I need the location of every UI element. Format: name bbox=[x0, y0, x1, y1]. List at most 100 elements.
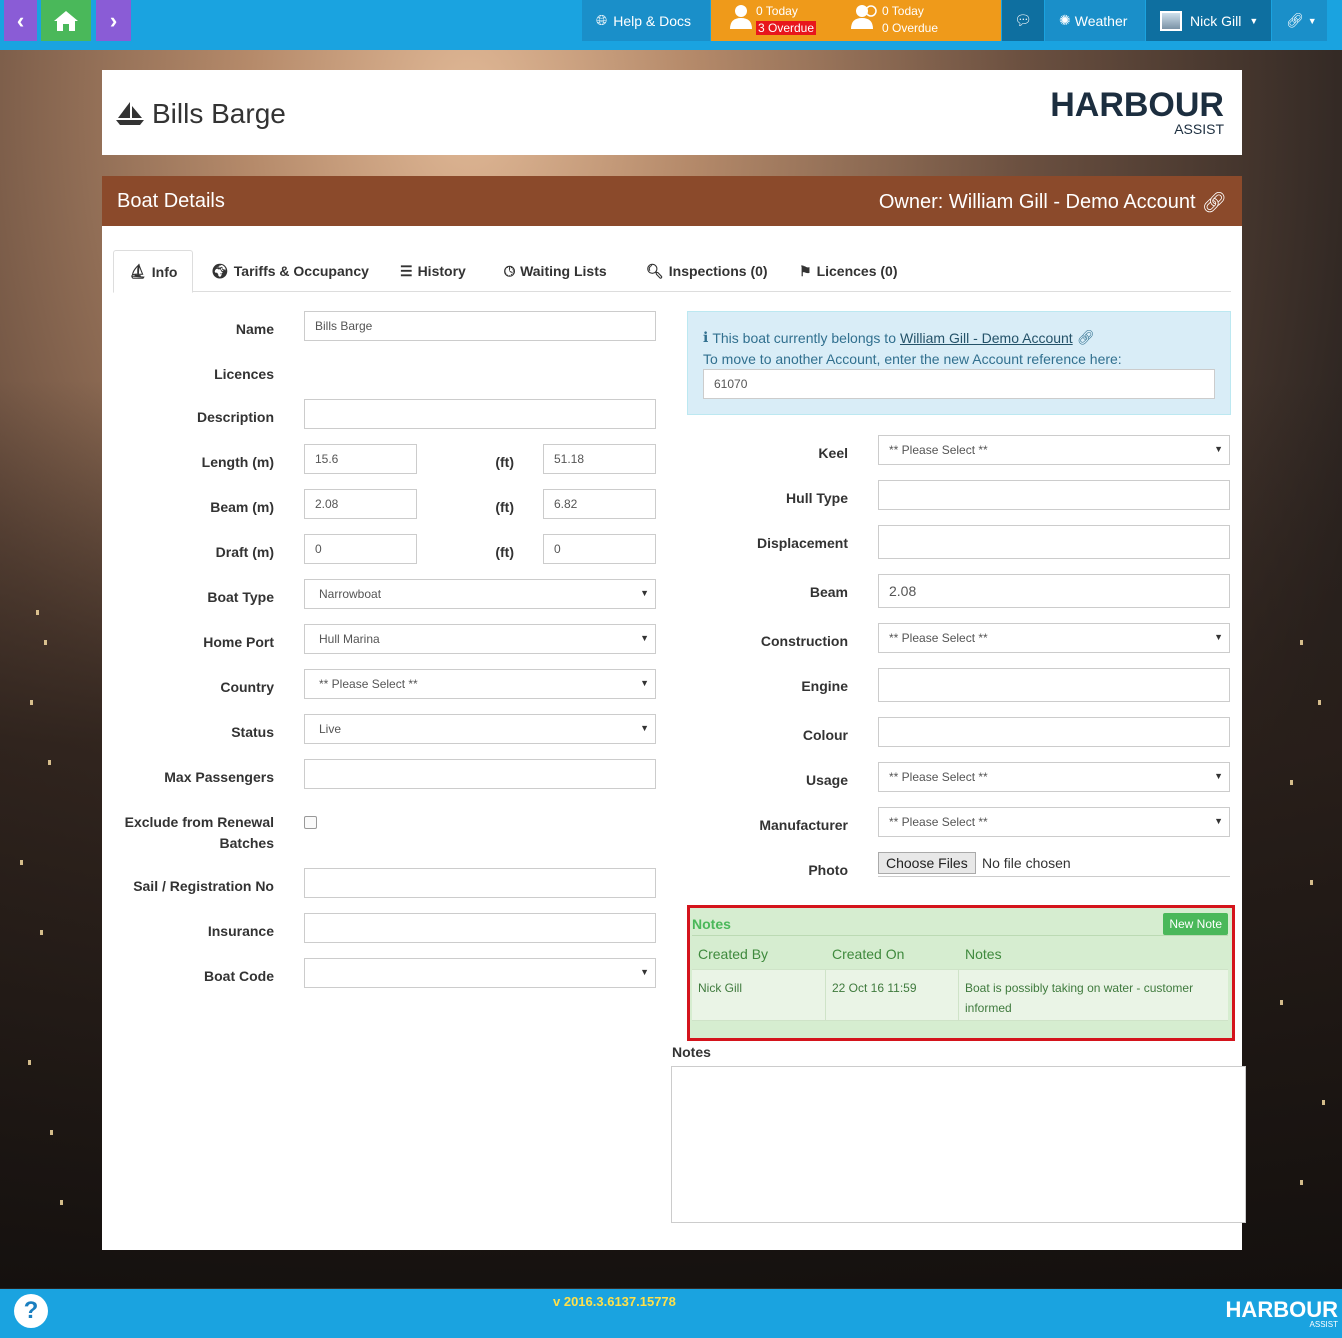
group-icon bbox=[851, 5, 877, 29]
column-notes[interactable]: Notes bbox=[965, 946, 1002, 962]
keel-label: Keel bbox=[818, 445, 848, 461]
licences-label: Licences bbox=[214, 366, 274, 382]
construction-label: Construction bbox=[760, 633, 848, 649]
help-bubble-button[interactable]: ? bbox=[14, 1294, 48, 1328]
choose-files-button[interactable]: Choose Files bbox=[878, 852, 976, 874]
weather-button[interactable]: ✺ Weather bbox=[1045, 0, 1145, 41]
person-icon bbox=[730, 5, 752, 29]
max-passengers-input[interactable] bbox=[304, 759, 656, 789]
link-icon: 🔗︎ bbox=[1286, 12, 1304, 28]
beam-ft-input[interactable]: 6.82 bbox=[543, 489, 656, 519]
layers-icon: ☰ bbox=[400, 262, 413, 279]
chevron-left-icon: ‹ bbox=[16, 7, 25, 33]
beam-input[interactable]: 2.08 bbox=[878, 574, 1230, 608]
footer: ? v 2016.3.6137.15778 HARBOUR ASSIST bbox=[0, 1289, 1342, 1338]
link-icon: 🔗︎ bbox=[1201, 192, 1227, 214]
draft-m-input[interactable]: 0 bbox=[304, 534, 417, 564]
length-ft-input[interactable]: 51.18 bbox=[543, 444, 656, 474]
version-label: v 2016.3.6137.15778 bbox=[553, 1294, 676, 1309]
column-created-on[interactable]: Created On bbox=[832, 946, 904, 962]
owner-account-link[interactable]: William Gill - Demo Account bbox=[900, 330, 1073, 346]
tab-inspections[interactable]: 🔍︎ Inspections (0) bbox=[646, 250, 768, 292]
tab-waiting-lists[interactable]: 🕓︎ Waiting Lists bbox=[504, 250, 607, 292]
links-menu[interactable]: 🔗︎ ▼ bbox=[1272, 0, 1327, 41]
status-label: Status bbox=[231, 724, 274, 740]
tab-tariffs-occupancy[interactable]: 🌍︎ Tariffs & Occupancy bbox=[211, 250, 369, 292]
owner-link[interactable]: Owner: William Gill - Demo Account 🔗︎ bbox=[879, 190, 1227, 215]
exclude-renewal-checkbox[interactable] bbox=[304, 816, 317, 829]
keel-select[interactable]: ** Please Select ** bbox=[878, 435, 1230, 465]
hull-type-input[interactable] bbox=[878, 480, 1230, 510]
page-title: Bills Barge bbox=[152, 98, 286, 129]
team-tasks-today: 0 Today bbox=[882, 4, 924, 18]
help-docs-button[interactable]: 🌐︎ Help & Docs bbox=[582, 0, 710, 41]
colour-input[interactable] bbox=[878, 717, 1230, 747]
status-select[interactable]: Live bbox=[304, 714, 656, 744]
draft-m-label: Draft (m) bbox=[215, 544, 274, 560]
harbour-assist-logo: HARBOUR ASSIST bbox=[1050, 86, 1224, 137]
my-tasks-overdue: 3 Overdue bbox=[756, 21, 817, 35]
colour-label: Colour bbox=[802, 727, 848, 743]
clock-icon: 🕓︎ bbox=[504, 262, 516, 279]
displacement-input[interactable] bbox=[878, 525, 1230, 559]
usage-label: Usage bbox=[805, 772, 848, 788]
back-button[interactable]: ‹ bbox=[4, 0, 37, 41]
boat-type-select[interactable]: Narrowboat bbox=[304, 579, 656, 609]
construction-select[interactable]: ** Please Select ** bbox=[878, 623, 1230, 653]
country-select[interactable]: ** Please Select ** bbox=[304, 669, 656, 699]
page-header: Bills Barge HARBOUR ASSIST bbox=[102, 70, 1242, 155]
tab-history[interactable]: ☰ History bbox=[400, 250, 466, 292]
tab-bar: ⛵︎ Info 🌍︎ Tariffs & Occupancy ☰ History… bbox=[113, 250, 1231, 293]
home-port-select[interactable]: Hull Marina bbox=[304, 624, 656, 654]
team-tasks-overdue: 0 Overdue bbox=[882, 21, 939, 35]
account-reference-input[interactable]: 61070 bbox=[703, 369, 1215, 399]
beam-m-input[interactable]: 2.08 bbox=[304, 489, 417, 519]
description-label: Description bbox=[196, 409, 274, 425]
my-tasks-counter[interactable]: 0 Today 3 Overdue bbox=[756, 3, 817, 37]
tab-info[interactable]: ⛵︎ Info bbox=[113, 250, 194, 293]
notes-table-header: Created By Created On Notes bbox=[692, 935, 1228, 969]
column-created-by[interactable]: Created By bbox=[698, 946, 768, 962]
new-note-button[interactable]: New Note bbox=[1163, 913, 1228, 935]
sail-registration-input[interactable] bbox=[304, 868, 656, 898]
note-created-on: 22 Oct 16 11:59 bbox=[832, 981, 917, 995]
home-button[interactable] bbox=[41, 0, 91, 41]
description-input[interactable] bbox=[304, 399, 656, 429]
flag-icon: ⚑ bbox=[799, 262, 812, 279]
name-input[interactable]: Bills Barge bbox=[304, 311, 656, 341]
notes-textarea[interactable] bbox=[671, 1066, 1246, 1223]
manufacturer-select[interactable]: ** Please Select ** bbox=[878, 807, 1230, 837]
help-docs-label: Help & Docs bbox=[613, 12, 692, 29]
length-m-input[interactable]: 15.6 bbox=[304, 444, 417, 474]
table-row[interactable]: Nick Gill 22 Oct 16 11:59 Boat is possib… bbox=[692, 969, 1228, 1021]
boat-code-select[interactable] bbox=[304, 958, 656, 988]
caret-down-icon: ▼ bbox=[1249, 15, 1259, 26]
team-tasks-counter[interactable]: 0 Today 0 Overdue bbox=[882, 3, 938, 37]
file-status: No file chosen bbox=[982, 855, 1071, 871]
notes-widget: Notes New Note Created By Created On Not… bbox=[687, 905, 1235, 1041]
usage-select[interactable]: ** Please Select ** bbox=[878, 762, 1230, 792]
engine-input[interactable] bbox=[878, 668, 1230, 702]
forward-button[interactable]: › bbox=[96, 0, 131, 41]
boat-code-label: Boat Code bbox=[204, 968, 274, 984]
move-account-hint: To move to another Account, enter the ne… bbox=[703, 351, 1122, 367]
draft-ft-input[interactable]: 0 bbox=[543, 534, 656, 564]
user-menu[interactable]: Nick Gill ▼ bbox=[1146, 0, 1271, 41]
tab-licences[interactable]: ⚑ Licences (0) bbox=[799, 250, 898, 292]
chat-button[interactable]: 💬︎ bbox=[1002, 0, 1044, 41]
owner-label: Owner: William Gill - Demo Account bbox=[878, 191, 1196, 213]
tasks-panel: 0 Today 3 Overdue 0 Today 0 Overdue bbox=[711, 0, 1001, 41]
insurance-input[interactable] bbox=[304, 913, 656, 943]
photo-divider bbox=[878, 876, 1230, 877]
beam-ft-label: (ft) bbox=[495, 499, 514, 515]
displacement-label: Displacement bbox=[756, 535, 848, 551]
beam-m-label: Beam (m) bbox=[210, 499, 274, 515]
search-icon: 🔍︎ bbox=[646, 262, 664, 279]
beam-label: Beam bbox=[809, 584, 848, 600]
manufacturer-label: Manufacturer bbox=[759, 817, 848, 833]
sun-icon: ✺ bbox=[1059, 12, 1071, 28]
max-passengers-label: Max Passengers bbox=[164, 769, 274, 785]
home-icon bbox=[54, 10, 78, 31]
globe-icon: 🌍︎ bbox=[211, 262, 229, 279]
photo-label: Photo bbox=[808, 862, 848, 878]
